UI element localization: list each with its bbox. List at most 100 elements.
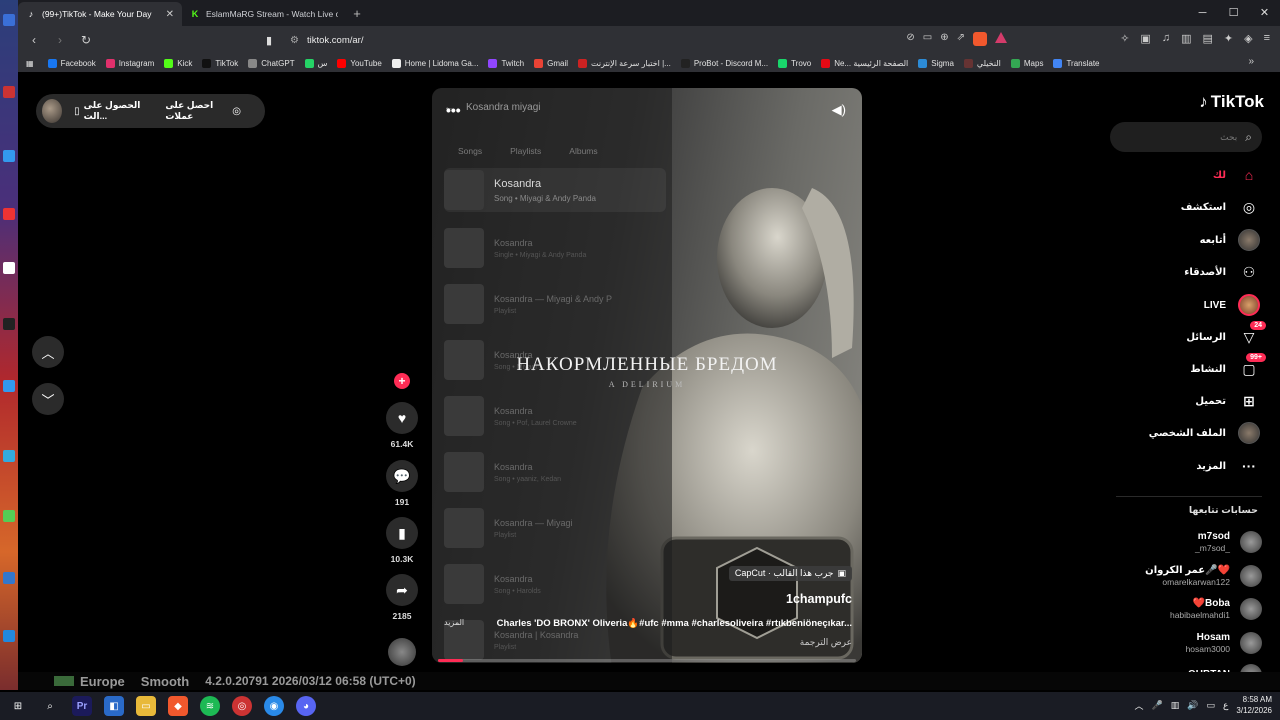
brave-browser-icon[interactable]: ◆ (168, 696, 188, 716)
cast-icon[interactable]: ⊘ (906, 32, 914, 46)
share-action[interactable]: ➦ 2185 (384, 574, 420, 621)
maximize-icon[interactable]: ☐ (1218, 0, 1249, 26)
desktop-icon[interactable] (3, 510, 15, 522)
sidebar-item-home[interactable]: لك ⌂ (1213, 164, 1260, 186)
tiktok-logo[interactable]: ♪ TikTok (1199, 92, 1264, 112)
sidebar-item-avatar[interactable]: أتابعه (1200, 229, 1260, 251)
bookmark-item[interactable]: Twitch (488, 58, 524, 68)
search-icon[interactable]: ⌕ (40, 696, 60, 716)
sound-avatar[interactable] (388, 638, 416, 666)
app-icon[interactable]: ◎ (232, 696, 252, 716)
site-info-icon[interactable]: ⚙ (290, 35, 299, 46)
sidebar-icon[interactable]: ▥ (1181, 32, 1191, 45)
desktop-icon[interactable] (3, 262, 15, 274)
bookmark-item[interactable]: Gmail (534, 58, 568, 68)
bookmark-item[interactable]: س (304, 58, 327, 68)
following-account[interactable]: ❤️Boba habibaelmahdi1 (1170, 594, 1262, 624)
sidebar-item-upload[interactable]: تحميل ⊞ (1195, 390, 1260, 412)
share-arrow-icon[interactable]: ➦ (386, 574, 418, 606)
url-field[interactable]: ▮ ⚙ tiktok.com/ar/ ⊘ ▭ ⊕ ⇗ (266, 29, 1011, 51)
desktop-icon[interactable] (3, 86, 15, 98)
vpn-icon[interactable]: ◈ (1244, 32, 1252, 45)
sidebar-item-compass[interactable]: استكشف ◎ (1181, 196, 1260, 218)
comment-icon[interactable]: 💬 (386, 460, 418, 492)
file-explorer-icon[interactable]: ▭ (136, 696, 156, 716)
tab-kick[interactable]: K EslamMaRG Stream - Watch Live on Kick (182, 2, 346, 26)
bookmark-icon[interactable]: ▮ (266, 34, 282, 47)
leo-icon[interactable]: ✦ (1224, 32, 1233, 45)
comment-action[interactable]: 💬 191 (384, 460, 420, 507)
get-coins-button[interactable]: احصل على عملات ◎ (165, 100, 245, 122)
bookmark-item[interactable]: Home | Lidoma Ga... (391, 58, 478, 68)
brave-shields-icon[interactable] (973, 32, 987, 46)
video-progress-bar[interactable] (438, 659, 856, 662)
extensions-icon[interactable]: ✧ (1120, 32, 1129, 45)
following-account[interactable]: Hosam hosam3000 (1186, 628, 1262, 658)
language-indicator[interactable]: ع (1223, 700, 1228, 711)
desktop-icon[interactable] (3, 14, 15, 26)
sidebar-item-live-avatar[interactable]: LIVE (1204, 294, 1260, 316)
translate-button[interactable]: عرض الترجمة (800, 637, 852, 648)
bookmark-item[interactable]: اختبار سرعة الإنترنت |... (578, 58, 671, 68)
bookmark-item[interactable]: Translate (1053, 58, 1100, 68)
desktop-icon[interactable] (3, 318, 15, 330)
store-icon[interactable]: ◧ (104, 696, 124, 716)
spotify-icon[interactable]: ≋ (200, 696, 220, 716)
bookmark-item[interactable]: ChatGPT (248, 58, 295, 68)
close-tab-icon[interactable]: ✕ (166, 9, 174, 20)
sidebar-item-messages[interactable]: الرسائل ▽ 24 (1186, 320, 1266, 348)
bookmark-item[interactable]: Sigma (918, 58, 954, 68)
desktop-icon[interactable] (3, 380, 15, 392)
reload-icon[interactable]: ↻ (76, 33, 96, 47)
bookmark-item[interactable]: النخيلي (963, 58, 1001, 68)
following-account[interactable]: عمر الكروان🎤❤️ omarelkarwan122 (1145, 561, 1262, 591)
desktop-icon[interactable] (3, 572, 15, 584)
follow-button[interactable]: + (394, 373, 410, 389)
sidebar-item-avatar[interactable]: الملف الشخصي (1149, 422, 1260, 444)
bookmark-item[interactable]: Kick (164, 58, 192, 68)
minimize-icon[interactable]: ─ (1187, 0, 1218, 26)
desktop-icon[interactable] (3, 150, 15, 162)
search-input[interactable]: بحث ⌕ (1110, 122, 1262, 152)
windows-start-icon[interactable]: ⊞ (8, 696, 28, 716)
menu-icon[interactable]: ≡ (1264, 32, 1270, 45)
premiere-pro-icon[interactable]: Pr (72, 696, 92, 716)
clock[interactable]: 8:58 AM 3/12/2026 (1236, 694, 1272, 716)
volume-icon[interactable]: ◀) (832, 102, 846, 118)
heart-icon[interactable]: ♥ (386, 402, 418, 434)
wallet-icon[interactable]: ▣ (1140, 32, 1150, 45)
search-icon[interactable]: ⌕ (1245, 130, 1252, 145)
more-bookmarks-icon[interactable]: » (1248, 56, 1254, 67)
caption-more-button[interactable]: المزيد (444, 618, 464, 629)
sidebar-item-more[interactable]: المزيد ··· (1196, 455, 1260, 477)
wallet-icon[interactable]: ▤ (1202, 32, 1212, 45)
desktop-icon[interactable] (3, 630, 15, 642)
bookmark-item[interactable]: YouTube (337, 58, 382, 68)
brave-rewards-icon[interactable] (995, 32, 1007, 43)
microphone-icon[interactable]: 🎤 (1152, 700, 1163, 711)
network-icon[interactable]: ▥ (1171, 700, 1180, 711)
battery-icon[interactable]: ▭ (1207, 700, 1216, 711)
app-icon[interactable]: ◉ (264, 696, 284, 716)
video-author[interactable]: 1champufc (786, 592, 852, 606)
media-icon[interactable]: ♫ (1162, 32, 1170, 45)
get-app-button[interactable]: ▯ الحصول على الت... (74, 100, 151, 122)
sidebar-item-activity[interactable]: النشاط ▢ 99+ (1190, 352, 1266, 380)
discord-icon[interactable]: ◕ (296, 696, 316, 716)
bookmark-item[interactable]: TikTok (202, 58, 238, 68)
bookmark-icon[interactable]: ▮ (386, 517, 418, 549)
screen-icon[interactable]: ▭ (923, 32, 932, 46)
bookmark-item[interactable]: ProBot - Discord M... (680, 58, 768, 68)
bookmark-item[interactable]: Instagram (105, 58, 154, 68)
tray-chevron-icon[interactable]: ︿ (1135, 699, 1144, 712)
apps-grid-icon[interactable]: ▦ (26, 59, 34, 68)
bookmark-item[interactable]: Facebook (47, 58, 96, 68)
sidebar-item-friends[interactable]: الأصدقاء ⚇ (1184, 261, 1260, 283)
bookmark-item[interactable]: Ne... الصفحة الرئيسية (821, 58, 908, 68)
avatar[interactable] (42, 99, 63, 123)
zoom-icon[interactable]: ⊕ (940, 32, 948, 46)
desktop-icon[interactable] (3, 208, 15, 220)
next-video-button[interactable]: ﹀ (32, 383, 64, 415)
bookmark-item[interactable]: Maps (1010, 58, 1043, 68)
previous-video-button[interactable]: ︿ (32, 336, 64, 368)
